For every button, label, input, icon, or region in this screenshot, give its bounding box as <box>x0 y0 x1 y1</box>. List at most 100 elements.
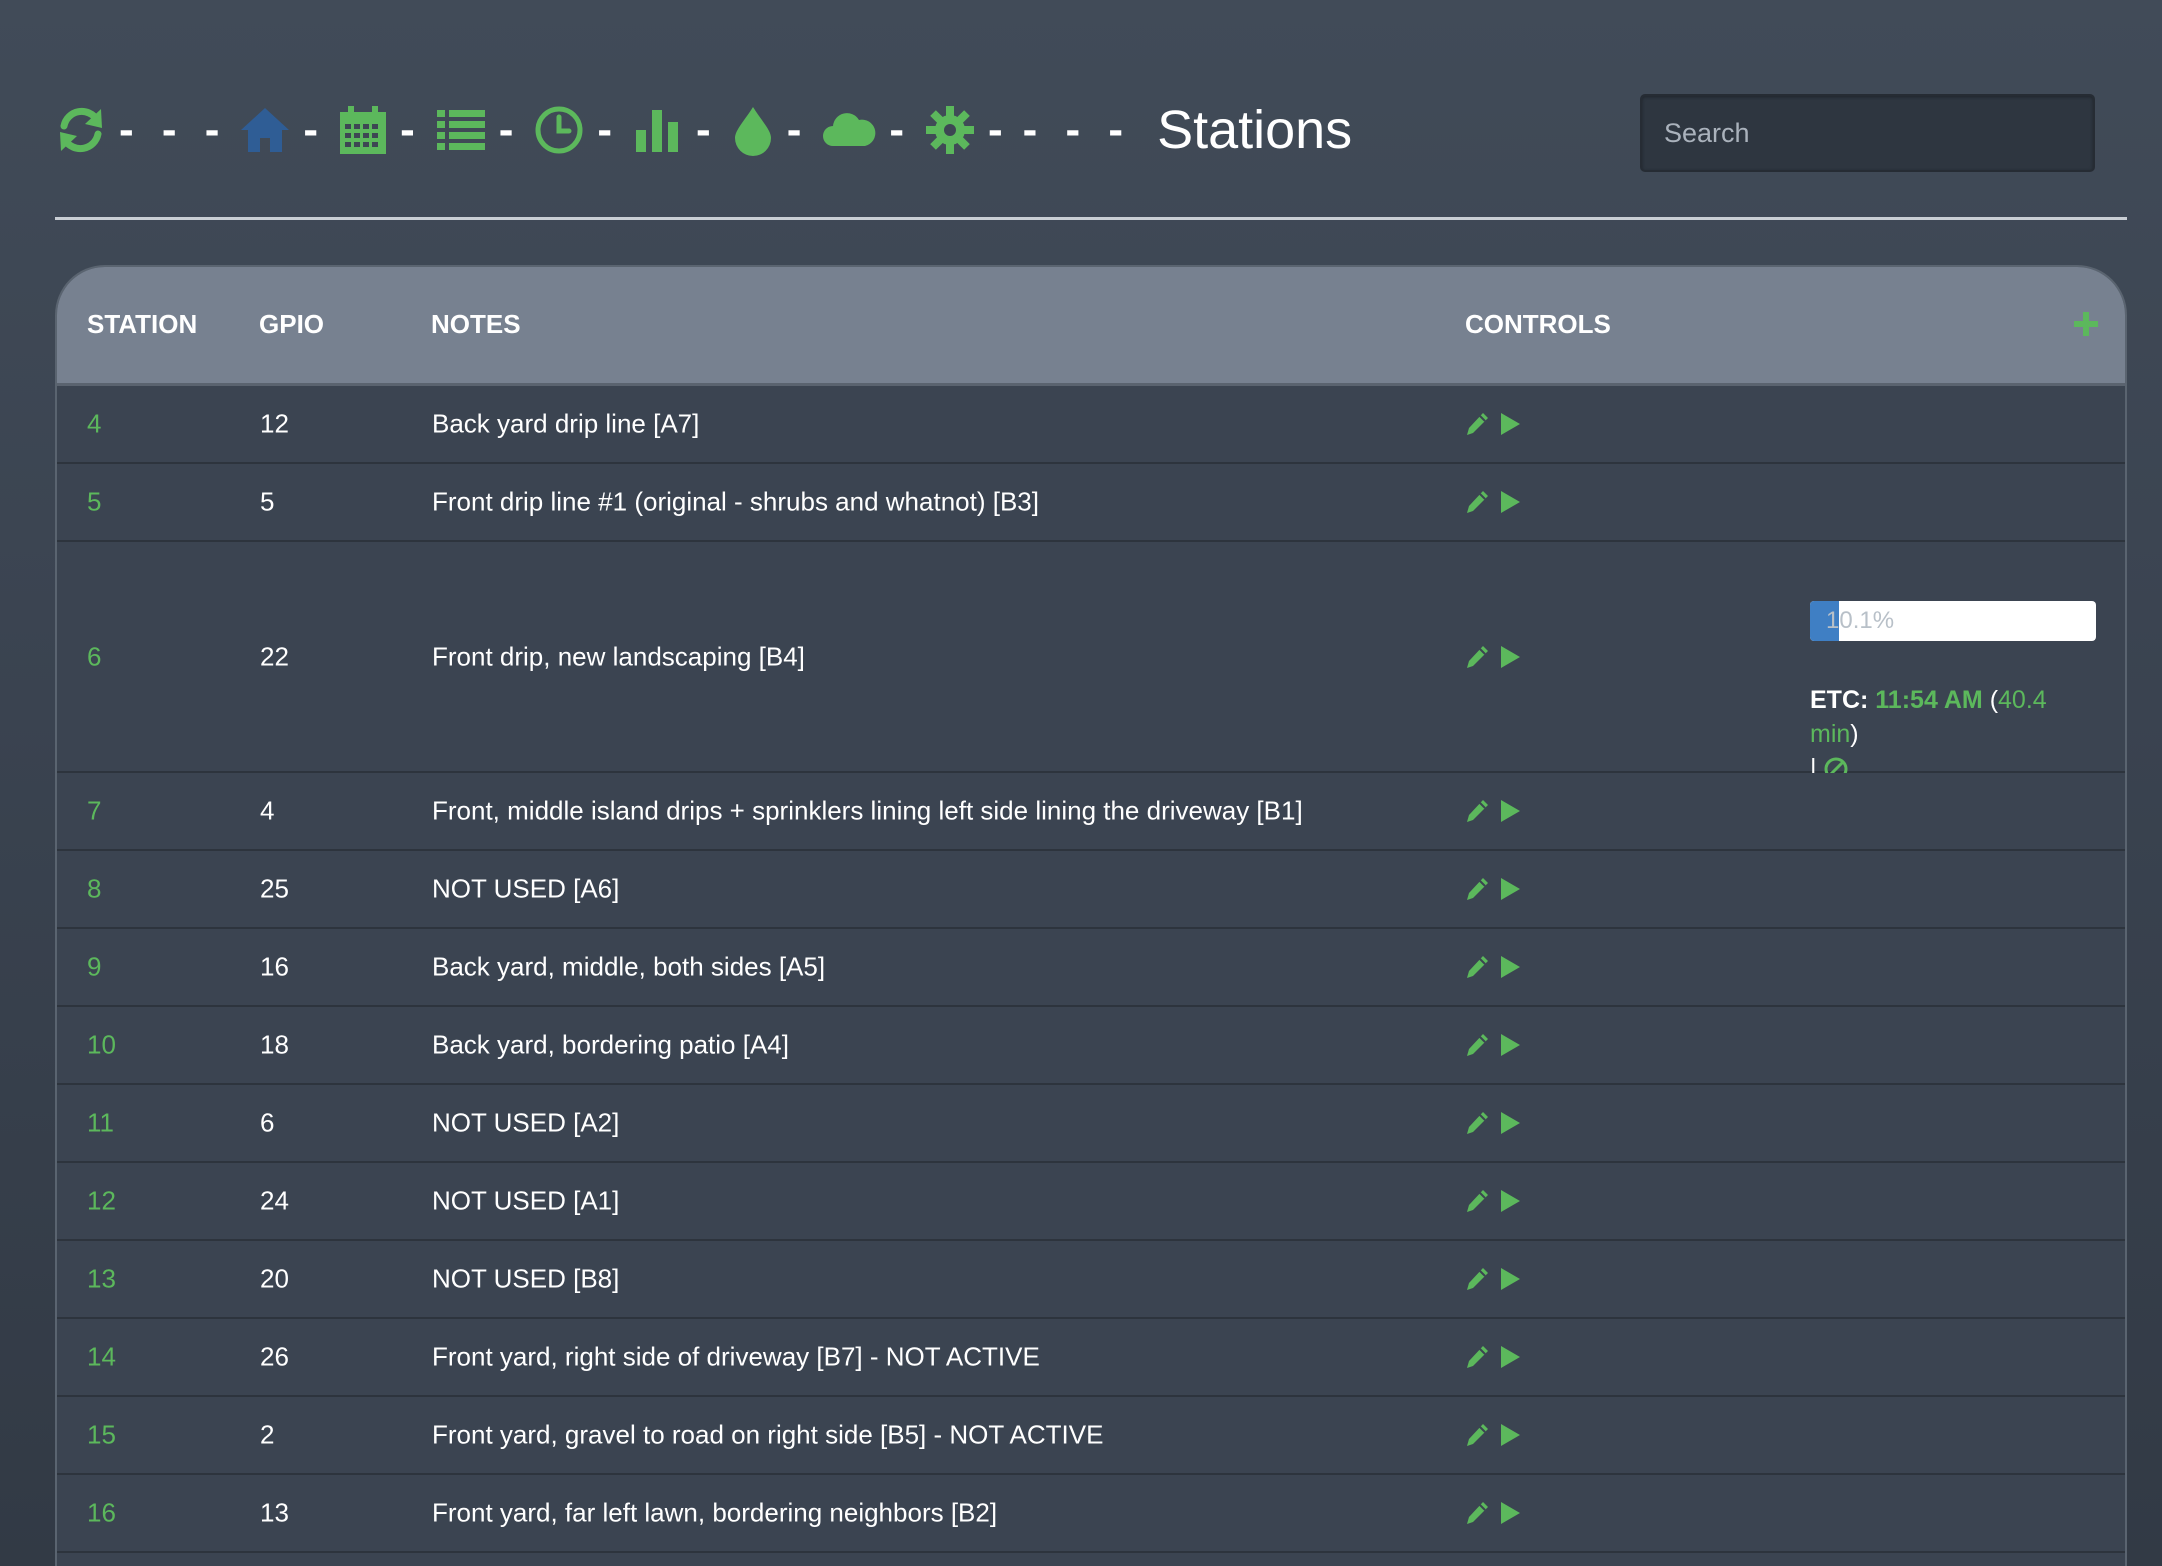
station-number[interactable]: 8 <box>87 874 101 905</box>
etc-time: 11:54 AM <box>1875 686 1983 714</box>
table-row: 16 13 Front yard, far left lawn, bordering… <box>57 1475 2125 1553</box>
station-notes: Front yard, gravel to road on right side… <box>432 1419 1104 1450</box>
station-notes: Front drip line #1 (original - shrubs an… <box>432 486 1039 517</box>
gpio-value: 2 <box>260 1419 275 1450</box>
table-row: 12 24 NOT USED [A1] <box>57 1163 2125 1241</box>
station-notes: Back yard, bordering patio [A4] <box>432 1029 789 1060</box>
station-notes: Front drip, new landscaping [B4] <box>432 641 805 671</box>
bar-chart-icon[interactable] <box>632 104 684 156</box>
play-icon[interactable] <box>1497 1499 1523 1527</box>
table-row: 14 26 Front yard, right side of driveway [… <box>57 1319 2125 1397</box>
header-divider <box>55 217 2127 220</box>
pencil-icon[interactable] <box>1463 875 1491 903</box>
search-input[interactable] <box>1640 94 2095 172</box>
play-icon[interactable] <box>1497 1265 1523 1293</box>
play-icon[interactable] <box>1497 488 1523 516</box>
refresh-icon[interactable] <box>55 104 107 156</box>
gpio-value: 18 <box>260 1029 289 1060</box>
progress-bar: 10.1% <box>1810 601 2096 641</box>
nav-separator: - <box>597 105 621 154</box>
pencil-icon[interactable] <box>1463 953 1491 981</box>
etc-line: ETC: 11:54 AM (40.4 min) | <box>1810 683 2096 785</box>
station-number[interactable]: 14 <box>87 1342 116 1373</box>
station-notes: NOT USED [A1] <box>432 1185 620 1216</box>
pencil-icon[interactable] <box>1463 1109 1491 1137</box>
pencil-icon[interactable] <box>1463 1499 1491 1527</box>
gear-icon[interactable] <box>924 104 976 156</box>
pencil-icon[interactable] <box>1463 643 1491 671</box>
pencil-icon[interactable] <box>1463 797 1491 825</box>
header-controls: CONTROLS <box>1465 309 1611 339</box>
station-controls <box>1463 1031 1523 1059</box>
pencil-icon[interactable] <box>1463 1031 1491 1059</box>
table-body: 4 12 Back yard drip line [A7] 5 5 Front drip … <box>57 386 2125 1566</box>
station-number[interactable]: 7 <box>87 796 101 827</box>
run-status: 10.1% ETC: 11:54 AM (40.4 min) | <box>1810 601 2096 785</box>
header-station[interactable]: STATION <box>87 309 197 340</box>
plus-icon[interactable] <box>2071 309 2101 339</box>
progress-label: 10.1% <box>1826 607 1895 634</box>
header-gpio[interactable]: GPIO <box>259 309 324 340</box>
list-icon[interactable] <box>435 104 487 156</box>
pencil-icon[interactable] <box>1463 1187 1491 1215</box>
station-controls <box>1463 1265 1523 1293</box>
station-number[interactable]: 10 <box>87 1030 116 1061</box>
station-number[interactable]: 16 <box>87 1498 116 1529</box>
station-number[interactable]: 9 <box>87 952 101 983</box>
nav-separator: - <box>889 105 912 154</box>
nav-separator: - <box>498 105 522 154</box>
table-header: STATION GPIO NOTES CONTROLS <box>57 267 2125 386</box>
station-number[interactable]: 6 <box>87 641 101 672</box>
gpio-value: 25 <box>260 873 289 904</box>
station-number[interactable]: 11 <box>87 1108 114 1139</box>
station-number[interactable]: 13 <box>87 1264 116 1295</box>
nav-separator: - <box>696 105 719 154</box>
table-row: 15 2 Front yard, gravel to road on right s… <box>57 1397 2125 1475</box>
table-row: 4 12 Back yard drip line [A7] <box>57 386 2125 464</box>
table-row: 8 25 NOT USED [A6] <box>57 851 2125 929</box>
play-icon[interactable] <box>1497 1421 1523 1449</box>
station-number[interactable]: 12 <box>87 1186 116 1217</box>
home-icon[interactable] <box>239 104 291 156</box>
play-icon[interactable] <box>1497 643 1523 671</box>
play-icon[interactable] <box>1497 953 1523 981</box>
gpio-value: 16 <box>260 951 289 982</box>
table-row: 1723Back yard, bottom lawn closest to re… <box>57 1553 2125 1566</box>
etc-label: ETC: <box>1810 686 1869 714</box>
gpio-value: 20 <box>260 1263 289 1294</box>
water-drop-icon[interactable] <box>731 104 775 156</box>
cloud-icon[interactable] <box>821 108 877 152</box>
pencil-icon[interactable] <box>1463 1265 1491 1293</box>
station-controls <box>1463 875 1523 903</box>
play-icon[interactable] <box>1497 797 1523 825</box>
play-icon[interactable] <box>1497 1343 1523 1371</box>
pencil-icon[interactable] <box>1463 1421 1491 1449</box>
gpio-value: 22 <box>260 641 289 671</box>
header-notes[interactable]: NOTES <box>431 309 521 340</box>
calendar-icon[interactable] <box>338 104 388 156</box>
station-number[interactable]: 5 <box>87 487 101 518</box>
station-notes: NOT USED [A2] <box>432 1107 620 1138</box>
nav-separator: - - - <box>119 105 228 154</box>
play-icon[interactable] <box>1497 1109 1523 1137</box>
nav-separator: - <box>786 105 810 154</box>
pencil-icon[interactable] <box>1463 488 1491 516</box>
play-icon[interactable] <box>1497 410 1523 438</box>
play-icon[interactable] <box>1497 875 1523 903</box>
pencil-icon[interactable] <box>1463 410 1491 438</box>
station-notes: Front yard, right side of driveway [B7] … <box>432 1341 1040 1372</box>
station-controls <box>1463 1343 1523 1371</box>
pencil-icon[interactable] <box>1463 1343 1491 1371</box>
nav-separator: - <box>400 105 423 154</box>
station-number[interactable]: 4 <box>87 409 101 440</box>
play-icon[interactable] <box>1497 1187 1523 1215</box>
station-number[interactable]: 15 <box>87 1420 116 1451</box>
clock-icon[interactable] <box>533 104 585 156</box>
station-controls <box>1463 410 1523 438</box>
nav-separator: - <box>988 105 1011 154</box>
table-row: 6 22 Front drip, new landscaping [B4] 10.1%… <box>57 542 2125 782</box>
play-icon[interactable] <box>1497 1031 1523 1059</box>
station-notes: Back yard, middle, both sides [A5] <box>432 951 826 982</box>
table-row: 10 18 Back yard, bordering patio [A4] <box>57 1007 2125 1085</box>
station-controls <box>1463 1499 1523 1527</box>
